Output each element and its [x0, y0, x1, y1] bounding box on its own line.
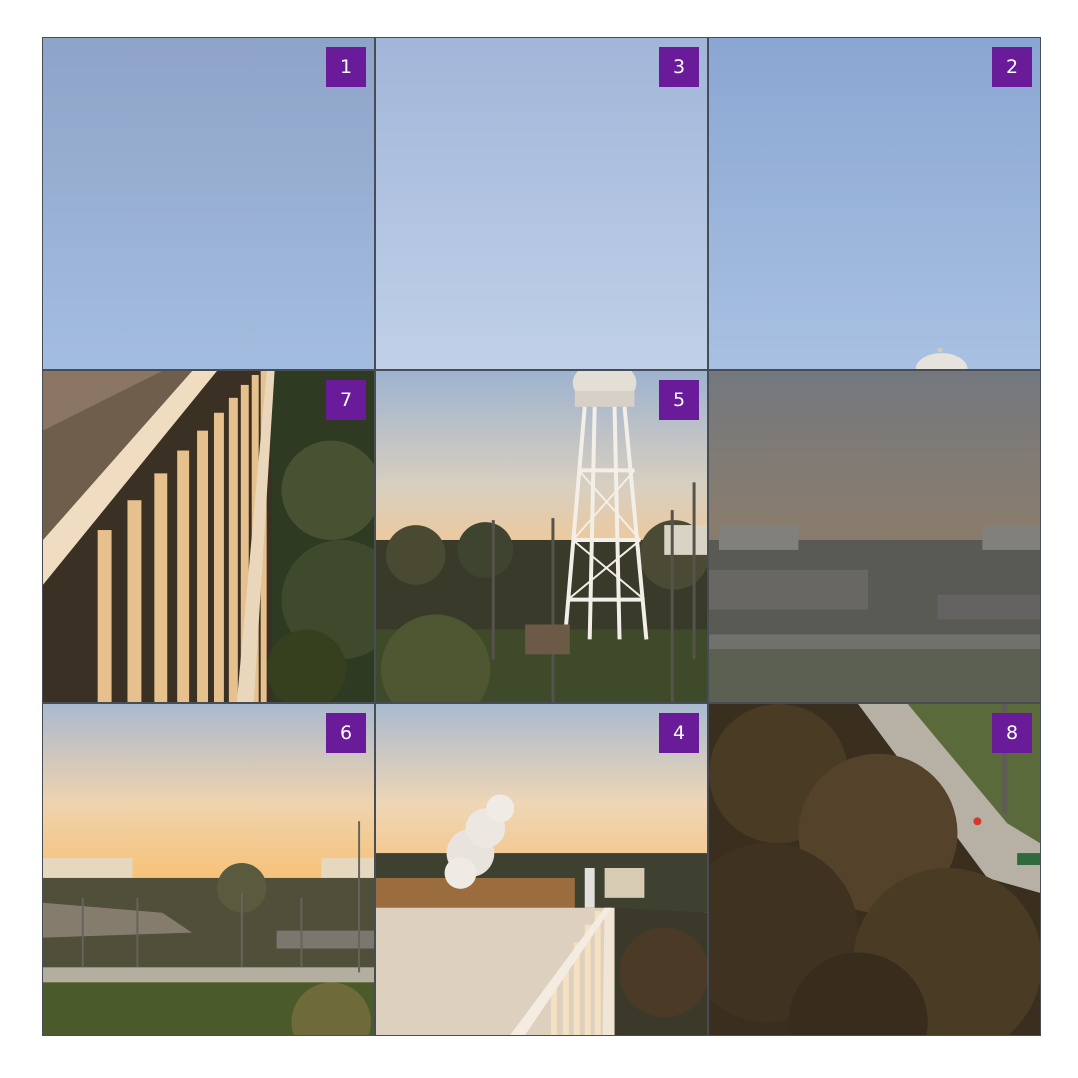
puzzle-empty-slot[interactable]	[708, 370, 1041, 703]
puzzle-tile-4[interactable]: 4	[375, 703, 708, 1036]
puzzle-tile-7[interactable]: 7	[42, 370, 375, 703]
tile-number-badge: 5	[659, 380, 699, 420]
tile-image	[376, 371, 707, 702]
tile-number-badge: 6	[326, 713, 366, 753]
tile-number-badge: 1	[326, 47, 366, 87]
puzzle-tile-6[interactable]: 6	[42, 703, 375, 1036]
tile-image	[376, 38, 707, 369]
tile-number-badge: 8	[992, 713, 1032, 753]
puzzle-tile-2[interactable]: 2	[708, 37, 1041, 370]
tile-number-badge: 3	[659, 47, 699, 87]
tile-image	[43, 38, 374, 369]
tile-image	[43, 371, 374, 702]
puzzle-board: 1 3 2 7 5 6 4 8	[42, 37, 1041, 1036]
puzzle-tile-5[interactable]: 5	[375, 370, 708, 703]
tile-image	[709, 704, 1040, 1035]
puzzle-tile-8[interactable]: 8	[708, 703, 1041, 1036]
tile-number-badge: 2	[992, 47, 1032, 87]
tile-image	[376, 704, 707, 1035]
puzzle-tile-3[interactable]: 3	[375, 37, 708, 370]
tile-number-badge: 4	[659, 713, 699, 753]
empty-slot-overlay	[709, 371, 1040, 702]
tile-number-badge: 7	[326, 380, 366, 420]
puzzle-tile-1[interactable]: 1	[42, 37, 375, 370]
tile-image	[43, 704, 374, 1035]
tile-image	[709, 38, 1040, 369]
